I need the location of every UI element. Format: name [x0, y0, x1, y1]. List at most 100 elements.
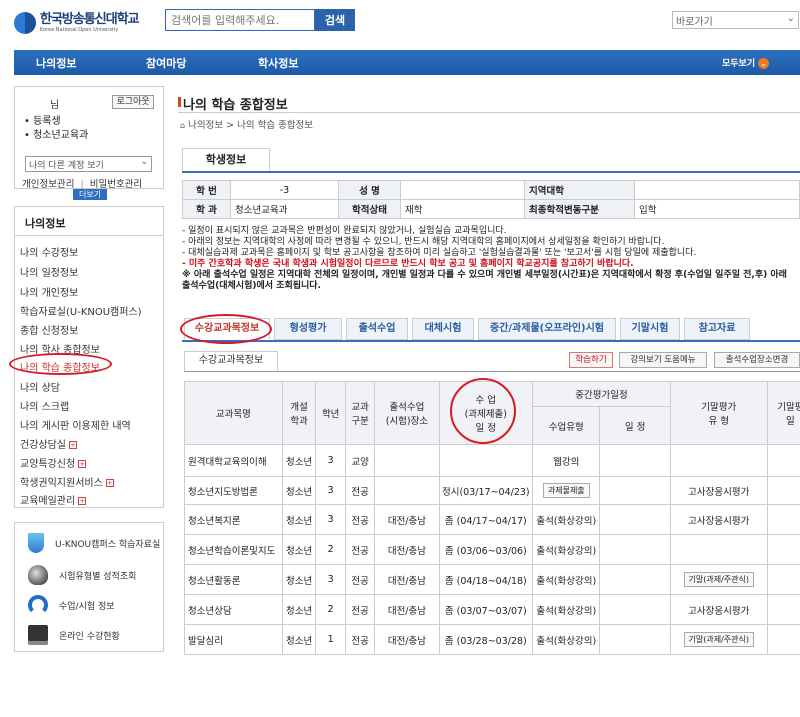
final-assignment-button[interactable]: 기말(과제/주관식): [683, 632, 754, 647]
nav-item[interactable]: 종합 신청정보: [20, 322, 78, 337]
tab-midterm-exam[interactable]: 중간/과제물(오프라인)시험: [478, 318, 616, 340]
change-value: 입학: [634, 199, 800, 219]
divider: [178, 112, 800, 113]
col-place: 출석수업 (시험)장소: [374, 381, 440, 445]
divider: [184, 371, 800, 372]
plus-icon: +: [78, 497, 87, 505]
view-all-menu-button[interactable]: 모두보기 ⌄: [722, 56, 770, 69]
quick-link[interactable]: 수업/시험 정보: [28, 595, 115, 615]
study-button[interactable]: 학습하기: [569, 352, 613, 368]
tab-formative-eval[interactable]: 형성평가: [274, 318, 342, 340]
tab-final-exam[interactable]: 기말시험: [620, 318, 680, 340]
nav-item[interactable]: 학습자료실(U-KNOU캠퍼스): [20, 303, 142, 318]
global-nav-bar: 나의정보 참여마당 학사정보 모두보기 ⌄: [14, 50, 800, 75]
search-button[interactable]: 검색: [315, 9, 355, 31]
side-nav-title: 나의정보: [25, 217, 66, 230]
table-row: 원격대학교육의이해 청소년 3 교양 웹강의: [184, 444, 800, 477]
change-label: 최종학적변동구분: [524, 199, 635, 219]
nav-item[interactable]: 나의 일정정보: [20, 264, 78, 279]
lecture-help-button[interactable]: 강의보기 도움메뉴: [619, 352, 707, 368]
student-info-table: 학 번 -3 성 명 지역대학 학 과 청소년교육과 학적상태 재학 최종학적변…: [182, 180, 800, 219]
annotation-circle: [9, 353, 112, 375]
breadcrumb-item[interactable]: 나의 학습 종합정보: [237, 120, 313, 131]
nav-item[interactable]: 나의 게시판 이용제한 내역: [20, 417, 131, 432]
notice-line: - 아래의 정보는 지역대학의 사정에 따라 변경될 수 있으니, 반드시 해당…: [182, 237, 665, 247]
quick-link[interactable]: 온라인 수강현황: [28, 625, 120, 645]
col-midterm: 중간평가일정: [532, 381, 671, 407]
search-input[interactable]: [165, 9, 315, 31]
annotation-circle: [180, 314, 272, 344]
breadcrumb: ⌂ 나의정보 > 나의 학습 종합정보: [180, 120, 314, 131]
plus-icon: +: [69, 441, 77, 449]
col-final-date: 기말평 일: [766, 381, 800, 445]
chevron-down-icon: ⌄: [758, 58, 770, 69]
home-icon: ⌂: [180, 121, 186, 130]
notice-line: - 일정이 표시되지 않은 교과목은 반편성이 완료되지 않았거나, 실험실습 …: [182, 226, 507, 236]
dept-value: 청소년교육과: [230, 199, 339, 219]
shortcut-select[interactable]: 바로가기 ⌄: [672, 11, 799, 29]
chevron-down-icon: ⌄: [140, 157, 148, 167]
divider: [182, 171, 800, 173]
logout-button[interactable]: 로그아웃: [112, 95, 154, 109]
logo-english-text: Korea National Open University: [40, 27, 119, 33]
account-links: 개인정보관리 | 비밀번호관리: [22, 176, 142, 190]
tab-reference[interactable]: 참고자료: [684, 318, 750, 340]
subtab-course-info[interactable]: 수강교과목정보: [184, 351, 278, 371]
attendance-place-change-button[interactable]: 출석수업장소변경: [714, 352, 800, 368]
notice-line-important: ※ 아래 출석수업 일정은 지역대학 전체의 일정이며, 개인별 일정과 다를 …: [182, 270, 787, 291]
chevron-down-icon: ⌄: [786, 13, 795, 24]
nav-item[interactable]: 나의 수강정보: [20, 244, 78, 259]
user-status: • 등록생: [24, 116, 61, 127]
gnb-participation[interactable]: 참여마당: [146, 55, 186, 71]
assignment-submit-button[interactable]: 과제물제출: [542, 483, 590, 498]
tab-student-info[interactable]: 학생정보: [182, 148, 270, 172]
more-button[interactable]: 더보기: [73, 189, 107, 200]
breadcrumb-item[interactable]: 나의정보: [188, 120, 223, 131]
tab-substitute-exam[interactable]: 대체시험: [412, 318, 474, 340]
plus-icon: +: [78, 460, 87, 468]
table-row: 청소년학습이론및지도 청소년 2 전공 대전/충남 좀 (03/06~03/06) 출석(화…: [184, 534, 800, 565]
col-type: 교과 구분: [344, 381, 376, 445]
other-account-select[interactable]: 나의 다른 계정 보기 ⌄: [25, 156, 152, 172]
table-row: 청소년활동론 청소년 3 전공 대전/충남 좀 (04/18~04/18) 출석(화상강의)…: [184, 564, 800, 595]
nav-item[interactable]: 교양특강신청 +: [20, 455, 87, 470]
account-manage-link[interactable]: 개인정보관리: [22, 179, 74, 190]
nav-item[interactable]: 건강상담실 +: [20, 436, 77, 451]
logo-emblem-icon: [14, 12, 36, 34]
notice-list: - 일정이 표시되지 않은 교과목은 반편성이 완료되지 않았거나, 실험실습 …: [182, 226, 797, 292]
region-label: 지역대학: [524, 180, 635, 200]
name-label: 성 명: [338, 180, 401, 200]
tab-attendance-class[interactable]: 출석수업: [346, 318, 408, 340]
nav-item[interactable]: 나의 개인정보: [20, 284, 78, 299]
table-row: 청소년복지론 청소년 3 전공 대전/충남 좀 (04/17~04/17) 출석(화상강의)…: [184, 504, 800, 535]
table-row: 발달심리 청소년 1 전공 대전/충남 좀 (03/28~03/28) 출석(화상강의) 기말…: [184, 624, 800, 655]
id-value: -3: [230, 180, 339, 200]
divider: [14, 235, 164, 236]
nav-item[interactable]: 교육메일관리 +: [20, 492, 87, 507]
table-row: 청소년지도방법론 청소년 3 전공 정시(03/17~04/23) 과제물제출 고사장응시평…: [184, 476, 800, 505]
university-logo[interactable]: 한국방송통신대학교 Korea National Open University: [14, 8, 154, 38]
gnb-my-info[interactable]: 나의정보: [36, 55, 76, 71]
u-knou-icon: [28, 533, 44, 553]
notice-line-warning: - 미주 간호학과 학생은 국내 학생과 시험일정이 다르므로 반드시 학보 공…: [182, 259, 634, 269]
dept-label: 학 과: [182, 199, 231, 219]
nav-item[interactable]: 학생권익지원서비스 +: [20, 474, 114, 489]
region-value: [634, 180, 800, 200]
title-marker: [178, 97, 181, 107]
study-tabs: 수강교과목정보 형성평가 출석수업 대체시험 중간/과제물(오프라인)시험 기말…: [182, 318, 800, 342]
name-value: [400, 180, 525, 200]
monitor-icon: [28, 625, 48, 645]
plus-icon: +: [105, 479, 114, 487]
quick-link[interactable]: U-KNOU캠퍼스 학습자료실: [28, 533, 160, 553]
nav-item[interactable]: 나의 상담: [20, 379, 60, 394]
quick-link[interactable]: 시험유형별 성적조회: [28, 565, 136, 585]
id-label: 학 번: [182, 180, 231, 200]
col-mid-type: 수업유형: [532, 406, 601, 445]
gnb-academic[interactable]: 학사정보: [258, 55, 298, 71]
col-year: 학년: [315, 381, 346, 445]
col-dept: 개설 학과: [281, 381, 317, 445]
logo-korean-text: 한국방송통신대학교: [40, 12, 140, 27]
nav-item[interactable]: 나의 스크랩: [20, 398, 69, 413]
final-assignment-button[interactable]: 기말(과제/주관식): [683, 572, 754, 587]
col-course: 교과목명: [184, 381, 283, 445]
